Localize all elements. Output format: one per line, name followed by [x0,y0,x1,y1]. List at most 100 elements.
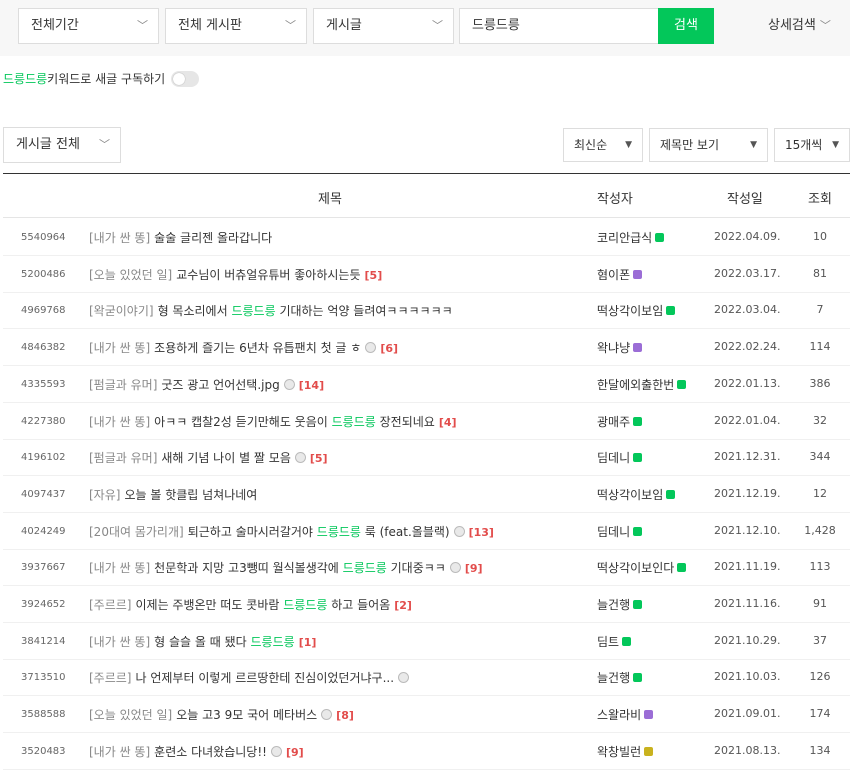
post-title-text[interactable]: 형 목소리에서 [158,304,232,318]
post-title[interactable]: [내가 싼 똥] 천문학과 지망 고3뺑띠 월식볼생각에 드릉드릉 기대중ㅋㅋ [9… [89,559,483,576]
post-title-highlight[interactable]: 드릉드릉 [343,561,387,575]
post-category[interactable]: [오늘 있었던 일] [89,708,172,722]
post-category[interactable]: [내가 싼 똥] [89,231,150,245]
post-title-text-end[interactable]: 장전되네요 [376,415,435,429]
comment-count[interactable]: [8] [336,709,354,722]
post-title[interactable]: [왁굳이야기] 형 목소리에서 드릉드릉 기대하는 억양 들려여ㅋㅋㅋㅋㅋㅋ [89,302,453,319]
author-name[interactable]: 늘건행 [597,598,630,612]
author-name[interactable]: 혐이폰 [597,268,630,282]
post-title-text[interactable]: 천문학과 지망 고3뺑띠 월식볼생각에 [154,561,343,575]
post-author[interactable]: 딤트 [597,633,632,650]
author-name[interactable]: 왁창빌런 [597,745,641,759]
period-select[interactable]: 전체기간 ﹀ [18,8,159,44]
post-title-text[interactable]: 새해 기념 나이 별 짤 모음 [161,451,290,465]
post-category[interactable]: [내가 싼 똥] [89,415,150,429]
type-select[interactable]: 게시글 ﹀ [313,8,454,44]
list-filter-select[interactable]: 게시글 전체 ﹀ [3,127,121,163]
author-name[interactable]: 떡상각이보인다 [597,561,674,575]
page-size-select[interactable]: 15개씩 ▼ [774,128,850,162]
post-title-highlight[interactable]: 드릉드릉 [332,415,376,429]
post-title-text-end[interactable]: 기대하는 억양 들려여ㅋㅋㅋㅋㅋㅋ [276,304,452,318]
post-title-text[interactable]: 퇴근하고 술마시러갈거야 [188,525,317,539]
view-mode-select[interactable]: 제목만 보기 ▼ [649,128,768,162]
post-author[interactable]: 광매주 [597,413,643,430]
post-title[interactable]: [펌글과 유머] 굿즈 광고 언어선택.jpg [14] [89,376,324,393]
post-title[interactable]: [내가 싼 똥] 아ㅋㅋ 캡찰2성 듣기만해도 웃음이 드릉드릉 장전되네요 [4] [89,413,457,430]
comment-count[interactable]: [13] [469,526,494,539]
post-title-text[interactable]: 술술 글리젠 올라갑니다 [154,231,272,245]
sort-select[interactable]: 최신순 ▼ [563,128,643,162]
post-title-text-end[interactable]: 기대중ㅋㅋ [387,561,446,575]
post-category[interactable]: [펌글과 유머] [89,378,157,392]
post-title[interactable]: [오늘 있었던 일] 교수님이 버츄얼유튜버 좋아하시는듯 [5] [89,266,382,283]
board-select[interactable]: 전체 게시판 ﹀ [165,8,307,44]
post-title-text[interactable]: 나 언제부터 이렇게 르르땅한테 진심이었던거냐구... [135,671,394,685]
post-title-highlight[interactable]: 드릉드릉 [283,598,327,612]
comment-count[interactable]: [5] [310,452,328,465]
author-name[interactable]: 딤데니 [597,525,630,539]
post-title-text[interactable]: 오늘 고3 9모 국어 메타버스 [176,708,317,722]
advanced-search-button[interactable]: 상세검색 ﹀ [768,14,831,33]
post-author[interactable]: 떡상각이보임 [597,302,676,319]
post-author[interactable]: 딤데니 [597,449,643,466]
post-title-text[interactable]: 굿즈 광고 언어선택.jpg [161,378,279,392]
comment-count[interactable]: [14] [299,379,324,392]
author-name[interactable]: 딤트 [597,635,619,649]
post-category[interactable]: [20대여 몸가리개] [89,525,184,539]
author-name[interactable]: 한달에외출한번 [597,378,674,392]
post-title[interactable]: [내가 싼 똥] 훈련소 다녀왔습니당!! [9] [89,743,304,760]
post-title-highlight[interactable]: 드릉드릉 [317,525,361,539]
post-author[interactable]: 혐이폰 [597,266,643,283]
post-category[interactable]: [오늘 있었던 일] [89,268,172,282]
post-author[interactable]: 떡상각이보인다 [597,559,687,576]
post-category[interactable]: [내가 싼 똥] [89,635,150,649]
post-title-text[interactable]: 형 슬슬 올 때 됐다 [154,635,250,649]
post-title[interactable]: [오늘 있었던 일] 오늘 고3 9모 국어 메타버스 [8] [89,706,354,723]
post-title-text[interactable]: 조용하게 즐기는 6년차 유틉팬치 첫 글 ㅎ [154,341,361,355]
post-title[interactable]: [내가 싼 똥] 형 슬슬 올 때 됐다 드릉드릉 [1] [89,633,316,650]
comment-count[interactable]: [4] [439,416,457,429]
post-author[interactable]: 왁냐냥 [597,339,643,356]
comment-count[interactable]: [2] [394,599,412,612]
post-title[interactable]: [주르르] 나 언제부터 이렇게 르르땅한테 진심이었던거냐구... [89,669,410,686]
post-author[interactable]: 스왈라비 [597,706,654,723]
post-title[interactable]: [주르르] 이제는 주뱅온만 떠도 콧바람 드릉드릉 하고 들어옴 [2] [89,596,412,613]
post-author[interactable]: 늘건행 [597,669,643,686]
post-title-text[interactable]: 교수님이 버츄얼유튜버 좋아하시는듯 [176,268,360,282]
post-category[interactable]: [왁굳이야기] [89,304,154,318]
post-title[interactable]: [내가 싼 똥] 술술 글리젠 올라갑니다 [89,229,272,246]
post-category[interactable]: [펌글과 유머] [89,451,157,465]
author-name[interactable]: 딤데니 [597,451,630,465]
post-category[interactable]: [주르르] [89,598,131,612]
author-name[interactable]: 광매주 [597,415,630,429]
comment-count[interactable]: [1] [299,636,317,649]
search-button[interactable]: 검색 [658,8,714,44]
post-author[interactable]: 왁창빌런 [597,743,654,760]
comment-count[interactable]: [9] [465,562,483,575]
post-title-highlight[interactable]: 드릉드릉 [251,635,295,649]
comment-count[interactable]: [6] [380,342,398,355]
author-name[interactable]: 왁냐냥 [597,341,630,355]
post-title-text[interactable]: 오늘 볼 핫클립 넘쳐나네여 [124,488,257,502]
post-author[interactable]: 딤데니 [597,523,643,540]
author-name[interactable]: 코리안급식 [597,231,652,245]
post-title-text[interactable]: 아ㅋㅋ 캡찰2성 듣기만해도 웃음이 [154,415,331,429]
post-title[interactable]: [20대여 몸가리개] 퇴근하고 술마시러갈거야 드릉드릉 룩 (feat.올블랙… [89,523,494,540]
search-input[interactable]: 드릉드릉 [459,8,659,44]
post-category[interactable]: [주르르] [89,671,131,685]
comment-count[interactable]: [9] [286,746,304,759]
post-category[interactable]: [내가 싼 똥] [89,561,150,575]
post-category[interactable]: [내가 싼 똥] [89,341,150,355]
author-name[interactable]: 늘건행 [597,671,630,685]
post-author[interactable]: 떡상각이보임 [597,486,676,503]
post-title-text-end[interactable]: 룩 (feat.올블랙) [361,525,450,539]
post-title-text[interactable]: 이제는 주뱅온만 떠도 콧바람 [135,598,283,612]
post-category[interactable]: [자유] [89,488,120,502]
post-author[interactable]: 늘건행 [597,596,643,613]
comment-count[interactable]: [5] [365,269,383,282]
post-author[interactable]: 코리안급식 [597,229,665,246]
post-author[interactable]: 한달에외출한번 [597,376,687,393]
subscribe-toggle[interactable] [171,70,200,87]
post-category[interactable]: [내가 싼 똥] [89,745,150,759]
post-title[interactable]: [펌글과 유머] 새해 기념 나이 별 짤 모음 [5] [89,449,328,466]
